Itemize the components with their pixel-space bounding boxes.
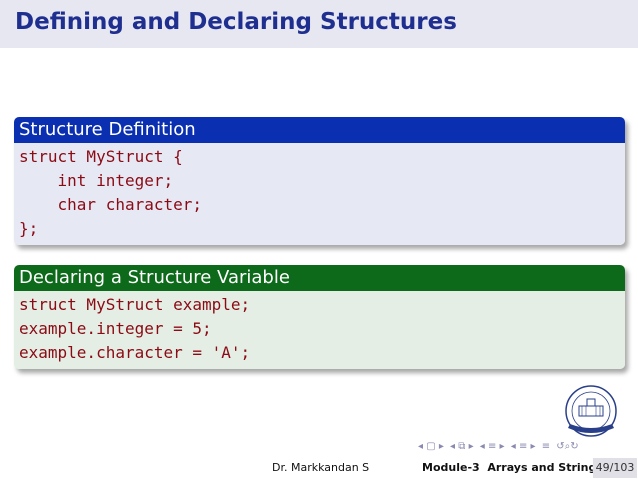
title-bar: Defining and Declaring Structures xyxy=(0,0,638,48)
code-line: example.character = 'A'; xyxy=(19,343,251,362)
nav-frame-icon[interactable]: ◂ ≡ ▸ xyxy=(511,441,536,452)
code-block: struct MyStruct example; example.integer… xyxy=(14,291,625,369)
footer-module: Module-3 Arrays and Strings xyxy=(422,458,603,478)
footer-topic: Arrays and Strings xyxy=(487,461,603,474)
code-line: int integer; xyxy=(19,171,174,190)
page-number: 49/103 xyxy=(593,458,637,478)
code-line: example.integer = 5; xyxy=(19,319,212,338)
footer-module-number: Module-3 xyxy=(422,461,480,474)
declaration-block: Declaring a Structure Variable struct My… xyxy=(14,265,625,369)
navigation-controls[interactable]: ◂ ▢ ▸ ◂ ⧉ ▸ ◂ ≡ ▸ ◂ ≡ ▸ ≡ ↺⌕↻ xyxy=(418,441,633,455)
code-line: }; xyxy=(19,219,39,238)
code-line: struct MyStruct { xyxy=(19,147,183,166)
code-block: struct MyStruct { int integer; char char… xyxy=(14,143,625,245)
code-line: struct MyStruct example; xyxy=(19,295,251,314)
slide-title: Defining and Declaring Structures xyxy=(15,9,457,35)
nav-search-icon[interactable]: ↺⌕↻ xyxy=(556,441,578,452)
nav-first-icon[interactable]: ◂ ▢ ▸ xyxy=(418,441,444,452)
nav-menu-icon[interactable]: ≡ xyxy=(542,441,550,452)
footer-author: Dr. Markkandan S xyxy=(272,461,370,474)
structure-definition-block: Structure Definition struct MyStruct { i… xyxy=(14,117,625,245)
block-heading: Structure Definition xyxy=(14,117,625,143)
block-heading: Declaring a Structure Variable xyxy=(14,265,625,291)
nav-section-icon[interactable]: ◂ ⧉ ▸ xyxy=(450,441,474,452)
nav-subsection-icon[interactable]: ◂ ≡ ▸ xyxy=(480,441,505,452)
university-seal-icon xyxy=(565,385,617,437)
code-line: char character; xyxy=(19,195,203,214)
